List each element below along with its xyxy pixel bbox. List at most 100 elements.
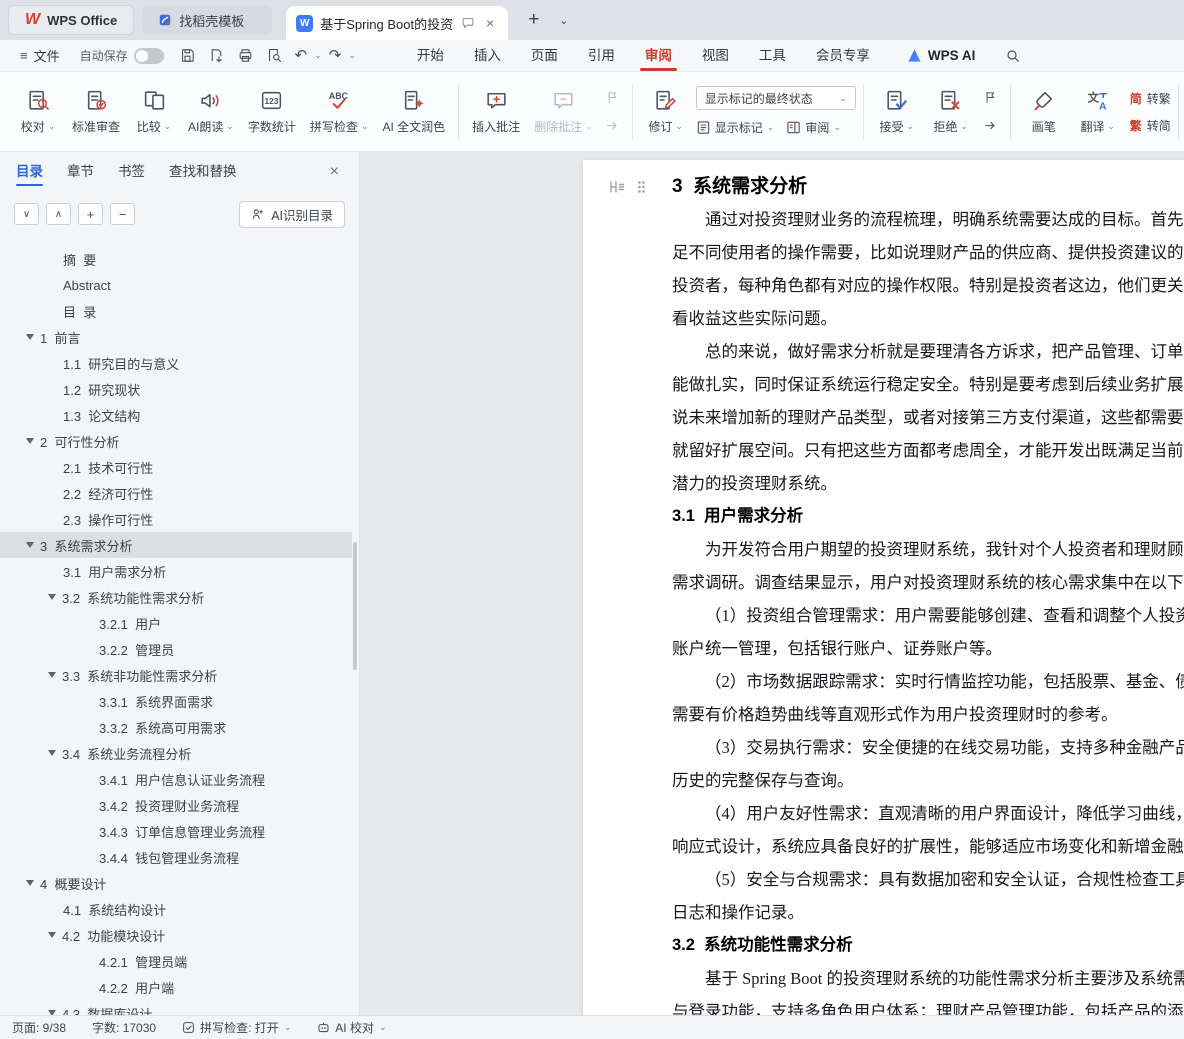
translate-button[interactable]: 文 A 翻译 ⌄ xyxy=(1072,79,1124,145)
sidebar-tab-章节[interactable]: 章节 xyxy=(67,152,94,192)
outline-item[interactable]: 目 录 xyxy=(0,298,352,324)
next-comment-button[interactable] xyxy=(601,116,625,136)
print-button[interactable] xyxy=(232,44,259,67)
document-tab[interactable]: W 基于Spring Boot的投资理财 × xyxy=(286,6,509,40)
menu-tab-开始[interactable]: 开始 xyxy=(402,40,459,71)
outline-item[interactable]: 3.3.1 系统界面需求 xyxy=(0,688,352,714)
menu-tab-审阅[interactable]: 审阅 xyxy=(630,40,687,71)
outline-item[interactable]: 4.2.2 用户端 xyxy=(0,974,352,1000)
outline-item[interactable]: 2.2 经济可行性 xyxy=(0,480,352,506)
outline-item[interactable]: 3.4.1 用户信息认证业务流程 xyxy=(0,766,352,792)
collapse-triangle-icon[interactable] xyxy=(48,750,56,756)
doc-line[interactable]: 说未来增加新的理财产品类型，或者对接第三方支付渠道，这些都需要在 xyxy=(672,401,1184,434)
chevron-down-button[interactable]: ∨ xyxy=(14,203,39,225)
doc-line[interactable]: 通过对投资理财业务的流程梳理，明确系统需要达成的目标。首先这 xyxy=(672,203,1184,236)
collapse-triangle-icon[interactable] xyxy=(26,880,34,886)
doc-line[interactable]: 看收益这些实际问题。 xyxy=(672,302,1184,335)
ai-polish-button[interactable]: AI 全文润色 xyxy=(376,79,451,145)
word-count-indicator[interactable]: 字数: 17030 xyxy=(92,1019,156,1036)
menu-tab-页面[interactable]: 页面 xyxy=(516,40,573,71)
traditional-to-simplified-button[interactable]: 繁转简 xyxy=(1130,115,1171,135)
expand-outline-button[interactable]: + xyxy=(78,203,103,225)
ai-read-button[interactable]: AI朗读 ⌄ xyxy=(182,79,240,145)
outline-item[interactable]: 3.2.2 管理员 xyxy=(0,636,352,662)
doc-line[interactable]: 与登录功能，支持多角色用户体系；理财产品管理功能，包括产品的添加 xyxy=(672,995,1184,1015)
export-pdf-button[interactable] xyxy=(203,44,230,67)
comment-bubble-icon[interactable] xyxy=(461,16,475,30)
doc-line[interactable]: （4）用户友好性需求：直观清晰的用户界面设计，降低学习曲线， xyxy=(672,797,1184,830)
word-count-button[interactable]: 123 字数统计 xyxy=(242,79,302,145)
doc-line[interactable]: 需要有价格趋势曲线等直观形式作为用户投资理财时的参考。 xyxy=(672,698,1184,731)
outline-item[interactable]: 2.1 技术可行性 xyxy=(0,454,352,480)
new-tab-button[interactable]: + xyxy=(522,9,545,31)
doc-heading[interactable]: 3 系统需求分析 xyxy=(672,170,1184,203)
menu-tab-会员专享[interactable]: 会员专享 xyxy=(801,40,885,71)
doc-line[interactable]: 历史的完整保存与查询。 xyxy=(672,764,1184,797)
collapse-triangle-icon[interactable] xyxy=(48,932,56,938)
collapse-outline-button[interactable]: − xyxy=(110,203,135,225)
doc-line[interactable]: 需求调研。调查结果显示，用户对投资理财系统的核心需求集中在以下几 xyxy=(672,566,1184,599)
outline-item[interactable]: 摘 要 xyxy=(0,246,352,272)
outline-item[interactable]: 3.3.2 系统高可用需求 xyxy=(0,714,352,740)
doc-line[interactable]: 为开发符合用户期望的投资理财系统，我针对个人投资者和理财顾问 xyxy=(672,533,1184,566)
wps-ai-button[interactable]: WPS AI xyxy=(907,48,975,63)
undo-button[interactable]: ↶ xyxy=(290,45,313,66)
proofread-button[interactable]: 校对 ⌄ xyxy=(12,79,64,145)
sidebar-tab-查找和替换[interactable]: 查找和替换 xyxy=(169,152,237,192)
close-document-tab-icon[interactable]: × xyxy=(482,13,498,33)
outline-item[interactable]: 4.2 功能模块设计 xyxy=(0,922,352,948)
insert-comment-button[interactable]: 插入批注 xyxy=(466,79,526,145)
doc-line[interactable]: 总的来说，做好需求分析就是要理清各方诉求，把产品管理、订单处 xyxy=(672,335,1184,368)
save-button[interactable] xyxy=(174,44,201,67)
outline-item[interactable]: 3.2.1 用户 xyxy=(0,610,352,636)
doc-line[interactable]: 账户统一管理，包括银行账户、证券账户等。 xyxy=(672,632,1184,665)
outline-item[interactable]: 3.1 用户需求分析 xyxy=(0,558,352,584)
doc-heading[interactable]: 3.2 系统功能性需求分析 xyxy=(672,929,1184,962)
outline-item[interactable]: 4.2.1 管理员端 xyxy=(0,948,352,974)
outline-item[interactable]: 3.4.3 订单信息管理业务流程 xyxy=(0,818,352,844)
ai-recognize-toc-button[interactable]: AI识别目录 xyxy=(239,200,345,228)
doc-line[interactable]: 基于 Spring Boot 的投资理财系统的功能性需求分析主要涉及系统需 xyxy=(672,962,1184,995)
docer-template-tab[interactable]: 找稻壳模板 xyxy=(142,5,273,35)
doc-line[interactable]: 日志和操作记录。 xyxy=(672,896,1184,929)
autosave-toggle[interactable] xyxy=(133,47,164,64)
ai-proofread-status[interactable]: AI 校对 ⌄ xyxy=(317,1019,387,1036)
outline-item[interactable]: 2 可行性分析 xyxy=(0,428,352,454)
outline-item[interactable]: 3.3 系统非功能性需求分析 xyxy=(0,662,352,688)
doc-heading[interactable]: 3.1 用户需求分析 xyxy=(672,500,1184,533)
outline-item[interactable]: 3 系统需求分析 xyxy=(0,532,352,558)
collapse-triangle-icon[interactable] xyxy=(48,672,56,678)
outline-item[interactable]: 1.2 研究现状 xyxy=(0,376,352,402)
doc-line[interactable]: （3）交易执行需求：安全便捷的在线交易功能，支持多种金融产品 xyxy=(672,731,1184,764)
page-indicator[interactable]: 页面: 9/38 xyxy=(12,1019,66,1036)
outline-item[interactable]: 4.3 数据库设计 xyxy=(0,1000,352,1015)
doc-line[interactable]: 响应式设计，系统应具备良好的扩展性，能够适应市场变化和新增金融产 xyxy=(672,830,1184,863)
file-menu-button[interactable]: ≡ 文件 xyxy=(12,46,68,65)
doc-line[interactable]: （2）市场数据跟踪需求：实时行情监控功能，包括股票、基金、债 xyxy=(672,665,1184,698)
doc-line[interactable]: （5）安全与合规需求：具有数据加密和安全认证，合规性检查工具 xyxy=(672,863,1184,896)
menu-tab-插入[interactable]: 插入 xyxy=(459,40,516,71)
next-change-button[interactable] xyxy=(979,116,1003,136)
doc-line[interactable]: 足不同使用者的操作需要，比如说理财产品的供应商、提供投资建议的顾 xyxy=(672,236,1184,269)
search-button[interactable] xyxy=(1005,48,1021,64)
outline-item[interactable]: 3.4.2 投资理财业务流程 xyxy=(0,792,352,818)
document-page[interactable]: 3 系统需求分析 通过对投资理财业务的流程梳理，明确系统需要达成的目标。首先这 足不… xyxy=(583,160,1184,1015)
collapse-triangle-icon[interactable] xyxy=(48,594,56,600)
collapse-triangle-icon[interactable] xyxy=(26,542,34,548)
outline-item[interactable]: 4.1 系统结构设计 xyxy=(0,896,352,922)
outline-item[interactable]: 3.4.4 钱包管理业务流程 xyxy=(0,844,352,870)
previous-comment-button[interactable] xyxy=(601,88,625,108)
doc-line[interactable]: 潜力的投资理财系统。 xyxy=(672,467,1184,500)
doc-line[interactable]: 投资者，每种角色都有对应的操作权限。特别是投资者这边，他们更关注 xyxy=(672,269,1184,302)
tab-list-dropdown-icon[interactable]: ⌄ xyxy=(555,14,572,27)
simplified-to-traditional-button[interactable]: 简转繁 xyxy=(1130,88,1171,108)
close-sidebar-icon[interactable]: × xyxy=(326,163,343,181)
sidebar-tab-目录[interactable]: 目录 xyxy=(16,152,43,192)
reject-button[interactable]: 拒绝 ⌄ xyxy=(925,79,977,145)
delete-comment-button[interactable]: 删除批注 ⌄ xyxy=(528,79,599,145)
spell-check-button[interactable]: ABC 拼写检查 ⌄ xyxy=(304,79,375,145)
doc-line[interactable]: （1）投资组合管理需求：用户需要能够创建、查看和调整个人投资 xyxy=(672,599,1184,632)
standard-review-button[interactable]: 标准审查 xyxy=(66,79,126,145)
compare-button[interactable]: 比较 ⌄ xyxy=(128,79,180,145)
outline-item[interactable]: 3.2 系统功能性需求分析 xyxy=(0,584,352,610)
